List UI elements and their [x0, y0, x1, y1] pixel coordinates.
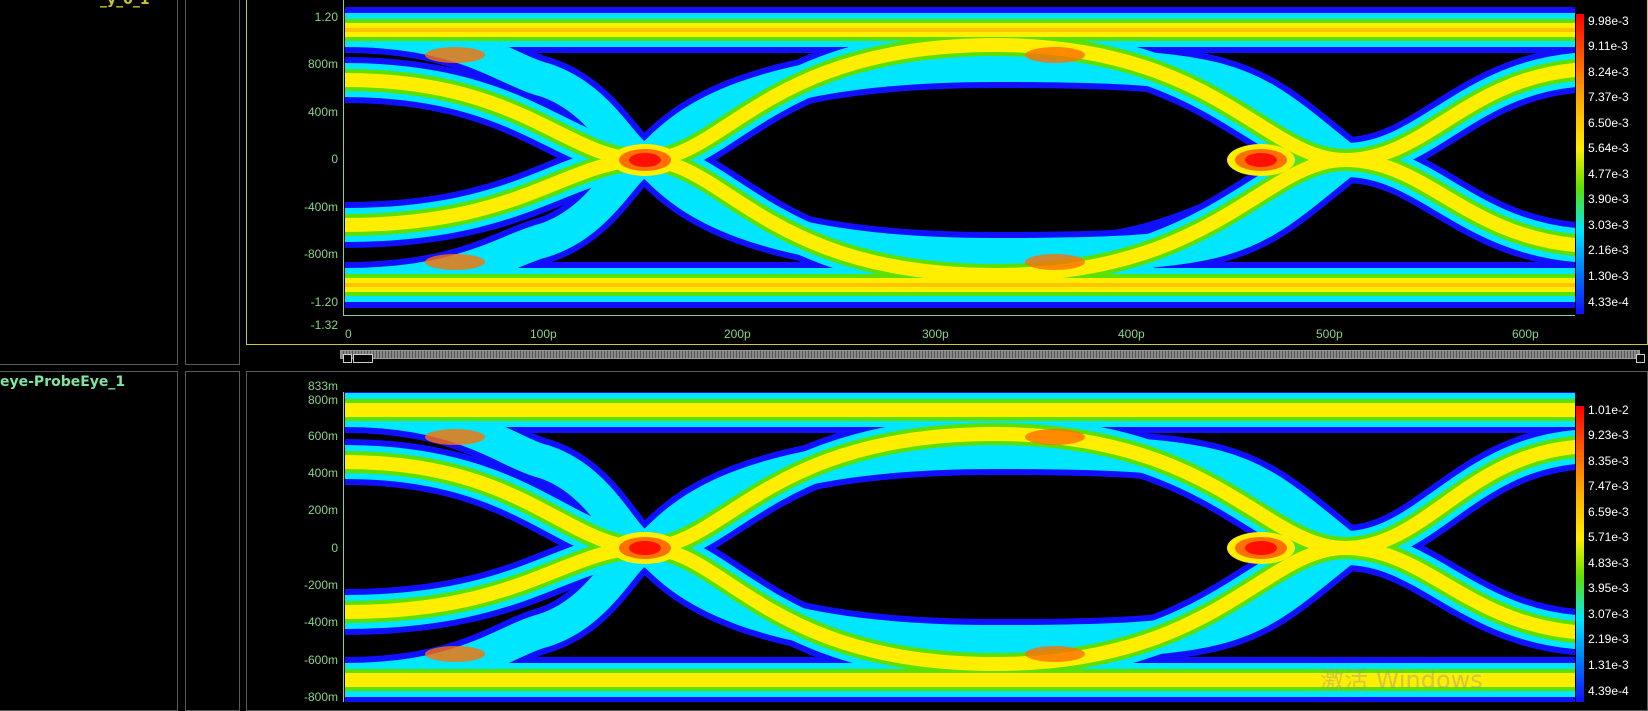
scroll-left-button[interactable]: [343, 354, 352, 363]
y-axis-top: [343, 0, 344, 315]
signal-name-column-top: [0, 0, 178, 365]
y-tick-label: -400m: [303, 615, 338, 629]
colorbar-label: 5.71e-3: [1588, 530, 1629, 544]
y-tick-label: 400m: [307, 105, 338, 119]
y-tick-label: 800m: [307, 57, 338, 71]
y-tick-label: 400m: [307, 466, 338, 480]
y-tick-label: 600m: [307, 429, 338, 443]
eye-diagram-top[interactable]: [345, 0, 1575, 315]
colorbar-label: 1.01e-2: [1588, 403, 1629, 417]
colorbar-label: 4.33e-4: [1588, 295, 1629, 309]
eye-diagram-bottom[interactable]: [345, 392, 1575, 702]
colorbar-label: 2.16e-3: [1588, 243, 1629, 257]
y-axis-bottom: [343, 392, 344, 702]
colorbar-label: 3.95e-3: [1588, 581, 1629, 595]
colorbar-label: 8.24e-3: [1588, 65, 1629, 79]
signal-name-top[interactable]: _y_0_1: [100, 0, 150, 8]
y-tick-label: -1.32: [310, 318, 338, 332]
info-column-bottom: [185, 371, 240, 711]
colorbar-label: 6.50e-3: [1588, 116, 1629, 130]
x-tick-label: 100p: [530, 327, 557, 341]
colorbar-bottom: [1576, 406, 1584, 702]
y-tick-label: -1.20: [310, 295, 338, 309]
colorbar-label: 5.64e-3: [1588, 141, 1629, 155]
colorbar-label: 6.59e-3: [1588, 505, 1629, 519]
y-tick-label: 833m: [307, 379, 338, 393]
x-tick-label: 200p: [724, 327, 751, 341]
colorbar-label: 9.11e-3: [1588, 39, 1628, 53]
y-tick-label: 0: [331, 152, 338, 166]
colorbar-label: 3.07e-3: [1588, 607, 1629, 621]
scroll-thumb[interactable]: [353, 354, 373, 363]
scroll-right-button[interactable]: [1636, 354, 1645, 363]
colorbar-label: 3.90e-3: [1588, 192, 1629, 206]
info-column-top: [185, 0, 240, 365]
colorbar-label: 1.31e-3: [1588, 658, 1629, 672]
y-tick-label: 0: [331, 541, 338, 555]
colorbar-label: 7.47e-3: [1588, 479, 1629, 493]
colorbar-label: 2.19e-3: [1588, 632, 1629, 646]
colorbar-label: 4.83e-3: [1588, 556, 1629, 570]
x-tick-label: 0: [345, 327, 352, 341]
colorbar-label: 3.03e-3: [1588, 218, 1629, 232]
y-tick-label: 1.20: [314, 10, 338, 24]
colorbar-label: 7.37e-3: [1588, 90, 1629, 104]
x-tick-label: 300p: [922, 327, 949, 341]
y-tick-label: -800m: [303, 247, 338, 261]
signal-name-bottom[interactable]: eye-ProbeEye_1: [0, 374, 125, 390]
colorbar-label: 9.98e-3: [1588, 14, 1629, 28]
y-tick-label: 200m: [307, 503, 338, 517]
y-tick-label: -200m: [303, 578, 338, 592]
colorbar-label: 1.30e-3: [1588, 269, 1629, 283]
y-tick-label: -400m: [303, 200, 338, 214]
colorbar-label: 4.39e-4: [1588, 684, 1629, 698]
y-tick-label: -600m: [303, 653, 338, 667]
x-tick-label: 500p: [1316, 327, 1343, 341]
signal-name-column-bottom: [0, 371, 178, 711]
horizontal-scrollbar[interactable]: [340, 350, 1640, 359]
y-tick-label: 800m: [307, 393, 338, 407]
x-axis-top: [343, 315, 1575, 316]
colorbar-label: 4.77e-3: [1588, 167, 1629, 181]
x-tick-label: 600p: [1512, 327, 1539, 341]
windows-activation-watermark: 激活 Windows: [1320, 666, 1483, 694]
colorbar-label: 8.35e-3: [1588, 454, 1629, 468]
colorbar-label: 9.23e-3: [1588, 428, 1629, 442]
colorbar-top: [1576, 14, 1584, 314]
x-tick-label: 400p: [1118, 327, 1145, 341]
